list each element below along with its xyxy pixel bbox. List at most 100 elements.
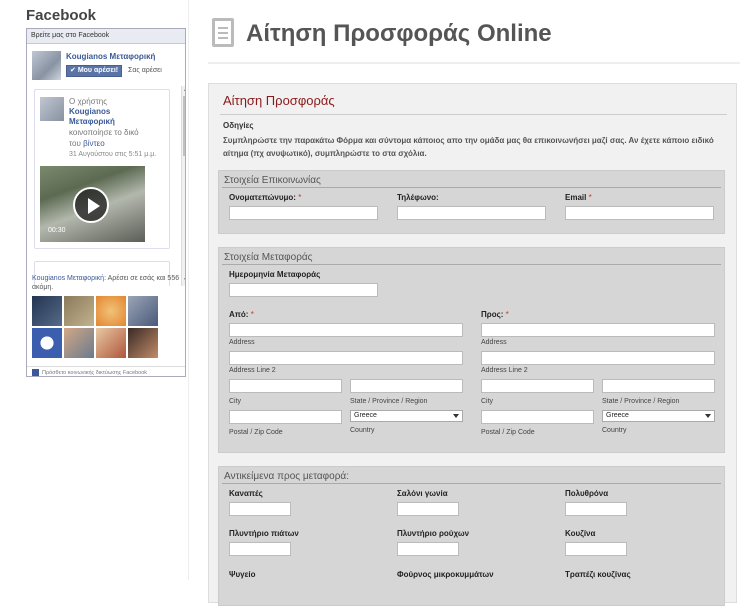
- required-mark: *: [298, 193, 302, 202]
- check-icon: ✔: [70, 67, 78, 74]
- item-label: Τραπέζι κουζίνας: [565, 570, 631, 579]
- to-country-sublabel: Country: [602, 427, 627, 434]
- item-quantity-field[interactable]: [565, 542, 627, 556]
- required-mark: *: [250, 310, 254, 319]
- to-postal-field[interactable]: [481, 410, 594, 424]
- transport-date-field[interactable]: [229, 283, 378, 297]
- fb-friends-page-link[interactable]: Kougianos Μεταφορική: [32, 275, 104, 282]
- column-divider: [188, 0, 189, 580]
- feed-scrollbar[interactable]: ▲ ▼: [181, 86, 185, 286]
- item-quantity-field[interactable]: [397, 502, 459, 516]
- post-author-link[interactable]: Kougianos: [69, 107, 110, 116]
- page-title: Αίτηση Προσφοράς Online: [246, 20, 552, 47]
- play-icon[interactable]: [73, 187, 109, 223]
- to-address2-field[interactable]: [481, 351, 715, 365]
- from-city-sublabel: City: [229, 398, 242, 405]
- item-quantity-field[interactable]: [565, 502, 627, 516]
- post-video-link[interactable]: βίντεο: [83, 139, 105, 148]
- fb-feed[interactable]: Ο χρήστης Kougianos Μεταφορική κοινοποίη…: [32, 86, 185, 286]
- contact-section: Στοιχεία Επικοινωνίας Ονοματεπώνυμο: * Τ…: [218, 170, 725, 234]
- from-state-field[interactable]: [350, 379, 463, 393]
- item-label: Φούρνος μικροκυμμάτων: [397, 570, 494, 579]
- friend-avatar[interactable]: [128, 328, 158, 358]
- to-postal-sublabel: Postal / Zip Code: [481, 429, 535, 436]
- items-section: Αντικείμενα προς μεταφορά: Καναπές Σαλόν…: [218, 466, 725, 606]
- item-label: Σαλόνι γωνία: [397, 489, 448, 498]
- to-city-sublabel: City: [481, 398, 494, 405]
- to-state-field[interactable]: [602, 379, 715, 393]
- post-text-line: του βίντεο: [69, 139, 105, 148]
- from-country-sublabel: Country: [350, 427, 375, 434]
- from-state-sublabel: State / Province / Region: [350, 398, 428, 405]
- friend-avatar[interactable]: [96, 296, 126, 326]
- sidebar-title: Facebook: [26, 7, 97, 24]
- name-label: Ονοματεπώνυμο: *: [229, 193, 301, 202]
- post-author-thumbnail[interactable]: [40, 97, 64, 121]
- transport-section: Στοιχεία Μεταφοράς Ημερομηνία Μεταφοράς …: [218, 247, 725, 453]
- fb-page-card: Kougianos Μεταφορική ✔ Μου αρέσει! Σας α…: [32, 51, 182, 81]
- scroll-up-icon[interactable]: ▲: [183, 87, 185, 93]
- from-postal-field[interactable]: [229, 410, 342, 424]
- email-field[interactable]: [565, 206, 714, 220]
- item-label: Πλυντήριο πιάτων: [229, 529, 299, 538]
- section-title: Στοιχεία Μεταφοράς: [224, 252, 313, 263]
- instructions-heading: Οδηγίες: [223, 121, 254, 130]
- post-text-line: Ο χρήστης: [69, 97, 108, 106]
- section-divider: [222, 264, 721, 265]
- fb-page-thumbnail[interactable]: [32, 51, 61, 80]
- to-city-field[interactable]: [481, 379, 594, 393]
- post-video[interactable]: 00:30: [40, 166, 145, 242]
- to-address-field[interactable]: [481, 323, 715, 337]
- section-title: Αντικείμενα προς μεταφορά:: [224, 471, 349, 482]
- to-country-value: Greece: [606, 412, 629, 419]
- to-state-sublabel: State / Province / Region: [602, 398, 680, 405]
- name-label-text: Ονοματεπώνυμο:: [229, 193, 296, 202]
- friend-avatar[interactable]: [32, 296, 62, 326]
- fb-widget-header: Βρείτε μας στο Facebook: [27, 29, 185, 44]
- quote-form: Αίτηση Προσφοράς Οδηγίες Συμπληρώστε την…: [208, 83, 737, 606]
- item-quantity-field[interactable]: [229, 542, 291, 556]
- post-date[interactable]: 31 Αυγούστου στις 5:51 μ.μ.: [69, 151, 156, 158]
- friend-avatar[interactable]: [96, 328, 126, 358]
- friend-avatar[interactable]: [64, 328, 94, 358]
- phone-field[interactable]: [397, 206, 546, 220]
- fb-footer: Πρόσθετο κοινωνικής δικτύωσης Facebook: [27, 366, 185, 376]
- post-text-prefix: του: [69, 139, 84, 148]
- from-city-field[interactable]: [229, 379, 342, 393]
- friend-avatar[interactable]: [128, 296, 158, 326]
- from-address-sublabel: Address: [229, 339, 255, 346]
- email-label: Email *: [565, 193, 592, 202]
- facebook-icon: [32, 369, 39, 376]
- fb-friends-text: Kougianos Μεταφορική: Αρέσει σε εσάς και…: [32, 274, 182, 292]
- fb-footer-text: Πρόσθετο κοινωνικής δικτύωσης Facebook: [42, 369, 148, 376]
- from-label-text: Από:: [229, 310, 249, 319]
- transport-date-label: Ημερομηνία Μεταφοράς: [229, 270, 321, 279]
- fb-likes-label: Σας αρέσει: [128, 67, 162, 74]
- friend-avatar[interactable]: [64, 296, 94, 326]
- to-country-select[interactable]: Greece: [602, 410, 715, 422]
- item-quantity-field[interactable]: [397, 542, 459, 556]
- post-author-link[interactable]: Μεταφορική: [69, 117, 115, 126]
- title-divider: [208, 62, 740, 64]
- item-quantity-field[interactable]: [229, 502, 291, 516]
- scrollbar-thumb[interactable]: [183, 96, 185, 156]
- item-label: Καναπές: [229, 489, 263, 498]
- fb-page-name[interactable]: Kougianos Μεταφορική: [66, 52, 155, 61]
- item-label: Κουζίνα: [565, 529, 596, 538]
- name-field[interactable]: [229, 206, 378, 220]
- from-country-select[interactable]: Greece: [350, 410, 463, 422]
- chevron-down-icon: [705, 414, 711, 418]
- friend-avatar[interactable]: [32, 328, 62, 358]
- required-mark: *: [588, 193, 592, 202]
- scroll-down-icon[interactable]: ▼: [183, 277, 185, 283]
- fb-like-button[interactable]: ✔ Μου αρέσει!: [66, 65, 123, 77]
- from-address2-field[interactable]: [229, 351, 463, 365]
- fb-post: Ο χρήστης Kougianos Μεταφορική κοινοποίη…: [34, 89, 170, 249]
- from-address-field[interactable]: [229, 323, 463, 337]
- phone-label: Τηλέφωνο:: [397, 193, 439, 202]
- section-divider: [222, 187, 721, 188]
- chevron-down-icon: [453, 414, 459, 418]
- to-address-sublabel: Address: [481, 339, 507, 346]
- form-title: Αίτηση Προσφοράς: [223, 93, 335, 108]
- form-divider: [220, 114, 727, 115]
